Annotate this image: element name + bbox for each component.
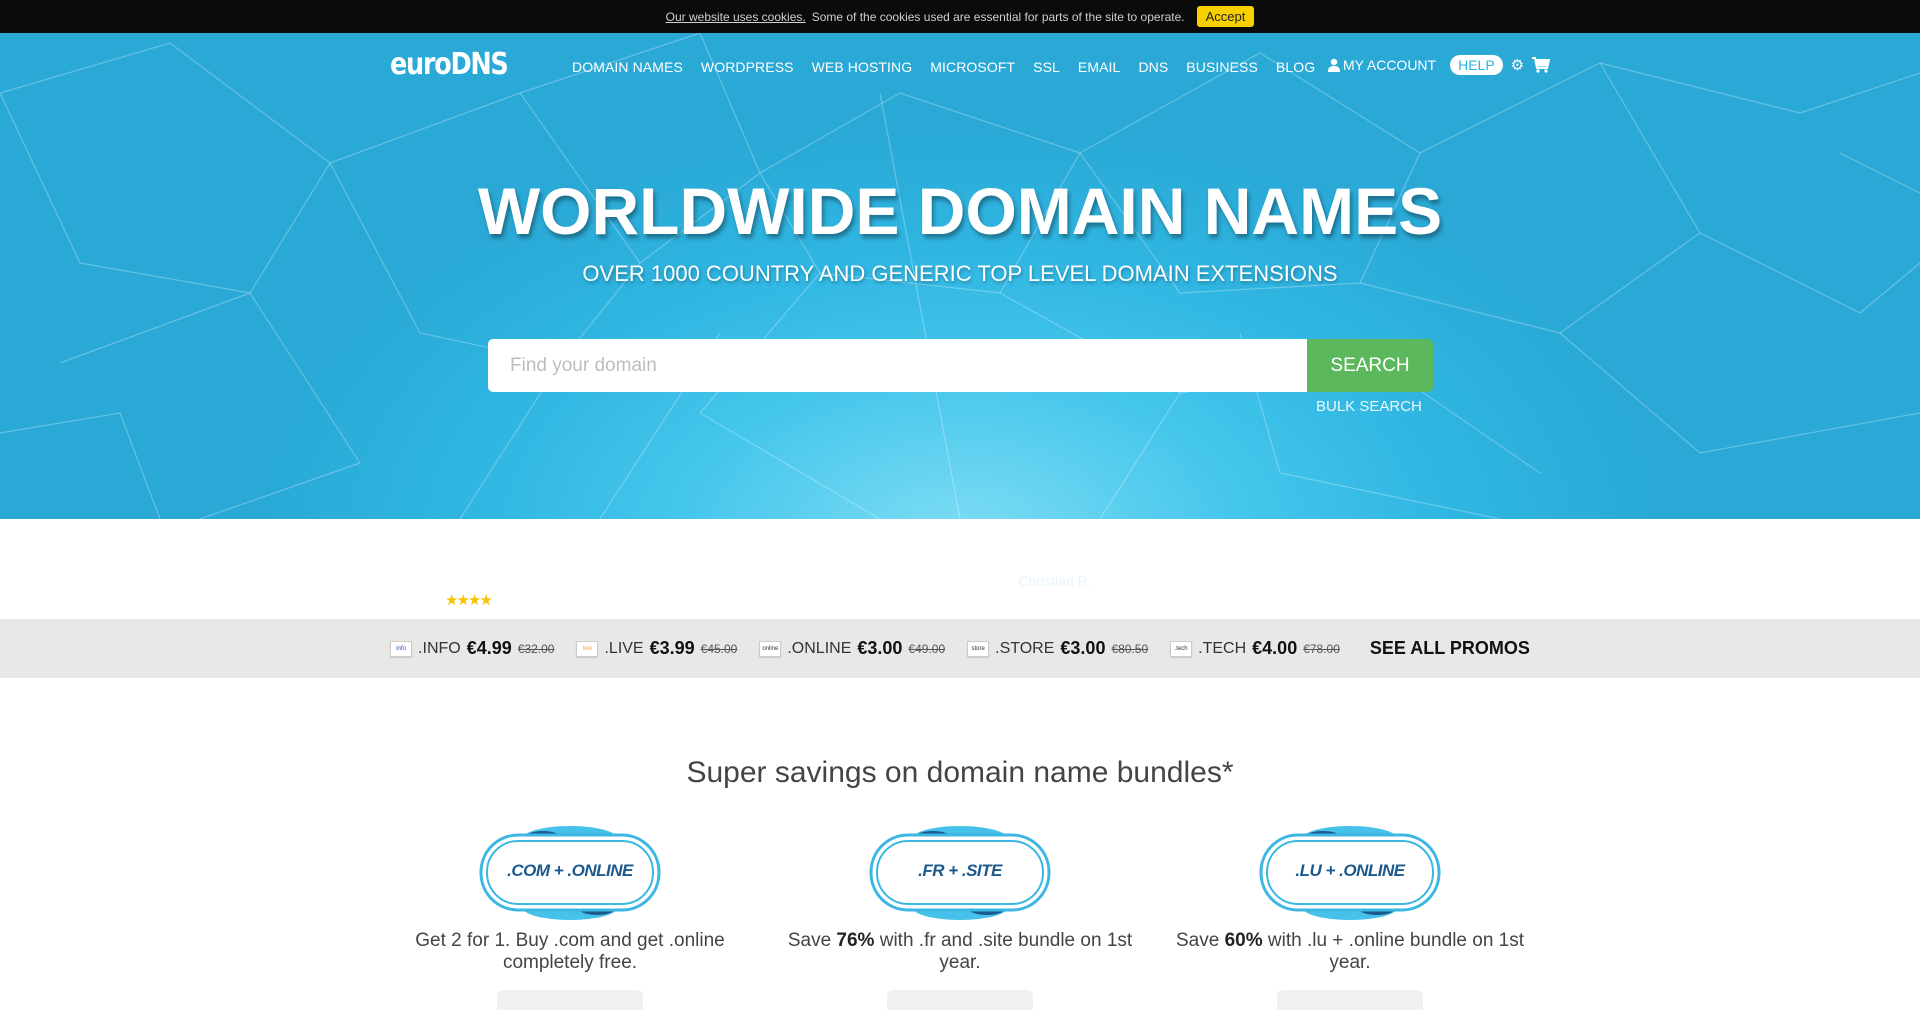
see-all-promos-link[interactable]: SEE ALL PROMOS bbox=[1370, 638, 1530, 659]
nav-domain-names[interactable]: DOMAIN NAMES bbox=[572, 59, 683, 75]
hero-section: euroDNS DOMAIN NAMES WORDPRESS WEB HOSTI… bbox=[0, 33, 1920, 519]
help-button[interactable]: HELP bbox=[1450, 55, 1503, 75]
main-navigation: euroDNS DOMAIN NAMES WORDPRESS WEB HOSTI… bbox=[0, 33, 1920, 101]
cookie-policy-link[interactable]: Our website uses cookies. bbox=[666, 10, 806, 24]
main-menu: DOMAIN NAMES WORDPRESS WEB HOSTING MICRO… bbox=[572, 59, 1315, 75]
bundle-action-button[interactable] bbox=[887, 990, 1033, 1010]
my-account-label: MY ACCOUNT bbox=[1343, 57, 1437, 73]
promo-item[interactable]: live .LIVE €3.99 €45.00 bbox=[576, 638, 737, 659]
eurodns-logo[interactable]: euroDNS bbox=[390, 47, 509, 82]
nav-blog[interactable]: BLOG bbox=[1276, 59, 1315, 75]
review-author: Christian R. bbox=[1018, 573, 1092, 589]
bundle-card: .LU + .ONLINE Save 60% with .lu + .onlin… bbox=[1155, 825, 1545, 1010]
review-score: 7.68 bbox=[442, 521, 498, 566]
cart-icon[interactable] bbox=[1532, 57, 1551, 73]
nav-wordpress[interactable]: WORDPRESS bbox=[701, 59, 794, 75]
bundle-badge[interactable]: .COM + .ONLINE bbox=[475, 825, 665, 920]
bundle-desc-text: with .fr and .site bundle on 1st year. bbox=[874, 930, 1133, 973]
domain-search-form: SEARCH bbox=[488, 339, 1433, 392]
bundle-badge-label: .COM + .ONLINE bbox=[507, 861, 633, 880]
tech-tld-icon: .tech bbox=[1170, 640, 1193, 657]
cookie-banner: Our website uses cookies. Some of the co… bbox=[0, 0, 1920, 33]
promo-price: €3.00 bbox=[857, 638, 903, 658]
bundle-badge-label: .FR + .SITE bbox=[918, 861, 1002, 880]
promo-extension: .STORE bbox=[995, 639, 1055, 657]
promo-bar: info .INFO €4.99 €32.00 live .LIVE €3.99… bbox=[0, 619, 1920, 678]
bundle-action-button[interactable] bbox=[1277, 990, 1423, 1010]
online-tld-icon: online bbox=[759, 640, 782, 657]
promo-price: €4.00 bbox=[1252, 638, 1298, 658]
promo-price: €4.99 bbox=[466, 638, 512, 658]
nav-business[interactable]: BUSINESS bbox=[1186, 59, 1258, 75]
bundle-action-button[interactable] bbox=[497, 990, 643, 1010]
promo-old-price: €32.00 bbox=[517, 641, 555, 656]
hero-subtitle: OVER 1000 COUNTRY AND GENERIC TOP LEVEL … bbox=[582, 261, 1338, 286]
promo-old-price: €80.50 bbox=[1111, 641, 1149, 656]
bundle-discount: 76% bbox=[836, 930, 875, 951]
cookie-accept-button[interactable]: Accept bbox=[1196, 6, 1255, 27]
gear-icon[interactable]: ⚙ bbox=[1511, 56, 1524, 74]
account-nav: MY ACCOUNT HELP ⚙ bbox=[1327, 55, 1551, 75]
cookie-message: Some of the cookies used are essential f… bbox=[811, 9, 1185, 24]
bundle-desc-text: Save bbox=[787, 930, 837, 951]
info-tld-icon: info bbox=[390, 640, 413, 657]
promo-old-price: €49.00 bbox=[908, 641, 946, 656]
promo-old-price: €78.00 bbox=[1303, 641, 1340, 656]
domain-search-input[interactable] bbox=[488, 339, 1307, 392]
my-account-link[interactable]: MY ACCOUNT bbox=[1327, 57, 1436, 73]
bundle-description: Get 2 for 1. Buy .com and get .online co… bbox=[375, 930, 765, 974]
promo-item[interactable]: online .ONLINE €3.00 €49.00 bbox=[759, 638, 945, 659]
promo-extension: .ONLINE bbox=[787, 639, 852, 657]
user-icon bbox=[1328, 58, 1340, 72]
score-integer: 7 bbox=[442, 521, 465, 565]
promo-price: €3.99 bbox=[649, 638, 695, 658]
store-tld-icon: store bbox=[967, 640, 990, 657]
nav-microsoft[interactable]: MICROSOFT bbox=[930, 59, 1015, 75]
bundle-description: Save 60% with .lu + .online bundle on 1s… bbox=[1155, 930, 1545, 974]
bundles-heading: Super savings on domain name bundles* bbox=[686, 756, 1234, 789]
bulk-search-link[interactable]: BULK SEARCH bbox=[1316, 398, 1422, 415]
nav-web-hosting[interactable]: WEB HOSTING bbox=[812, 59, 913, 75]
live-tld-icon: live bbox=[576, 640, 599, 657]
rating-stars: ★★★★ bbox=[445, 592, 493, 609]
bundle-desc-text: with .lu + .online bundle on 1st year. bbox=[1262, 930, 1525, 973]
bundle-description: Save 76% with .fr and .site bundle on 1s… bbox=[765, 930, 1155, 974]
score-decimal: .68 bbox=[464, 535, 498, 562]
promo-extension: .LIVE bbox=[604, 639, 644, 657]
bundle-badge[interactable]: .LU + .ONLINE bbox=[1255, 825, 1445, 920]
nicereply-link[interactable]: nicereply.com bbox=[434, 573, 507, 587]
promo-extension: .INFO bbox=[418, 639, 461, 657]
promo-item[interactable]: info .INFO €4.99 €32.00 bbox=[390, 638, 554, 659]
nav-ssl[interactable]: SSL bbox=[1033, 59, 1060, 75]
search-button[interactable]: SEARCH bbox=[1307, 339, 1433, 392]
promo-price: €3.00 bbox=[1060, 638, 1106, 658]
hero-title: WORLDWIDE DOMAIN NAMES bbox=[477, 174, 1443, 248]
promo-old-price: €45.00 bbox=[700, 641, 738, 656]
promo-item[interactable]: .tech .TECH €4.00 €78.00 bbox=[1170, 638, 1340, 659]
nav-email[interactable]: EMAIL bbox=[1078, 59, 1121, 75]
bundle-discount: 60% bbox=[1224, 930, 1263, 951]
promo-extension: .TECH bbox=[1198, 639, 1247, 657]
bundle-card: .COM + .ONLINE Get 2 for 1. Buy .com and… bbox=[375, 825, 765, 1010]
customer-review: 7.68 nicereply.com ★★★★ "Thank you for v… bbox=[0, 519, 1920, 619]
bundle-desc-text: Get 2 for 1. Buy .com and get .online co… bbox=[415, 930, 725, 973]
nav-dns[interactable]: DNS bbox=[1138, 59, 1168, 75]
bundle-card: .FR + .SITE Save 76% with .fr and .site … bbox=[765, 825, 1155, 1010]
bundle-badge[interactable]: .FR + .SITE bbox=[865, 825, 1055, 920]
bundle-badge-label: .LU + .ONLINE bbox=[1295, 861, 1405, 880]
bundle-desc-text: Save bbox=[1175, 930, 1225, 951]
promo-item[interactable]: store .STORE €3.00 €80.50 bbox=[967, 638, 1148, 659]
